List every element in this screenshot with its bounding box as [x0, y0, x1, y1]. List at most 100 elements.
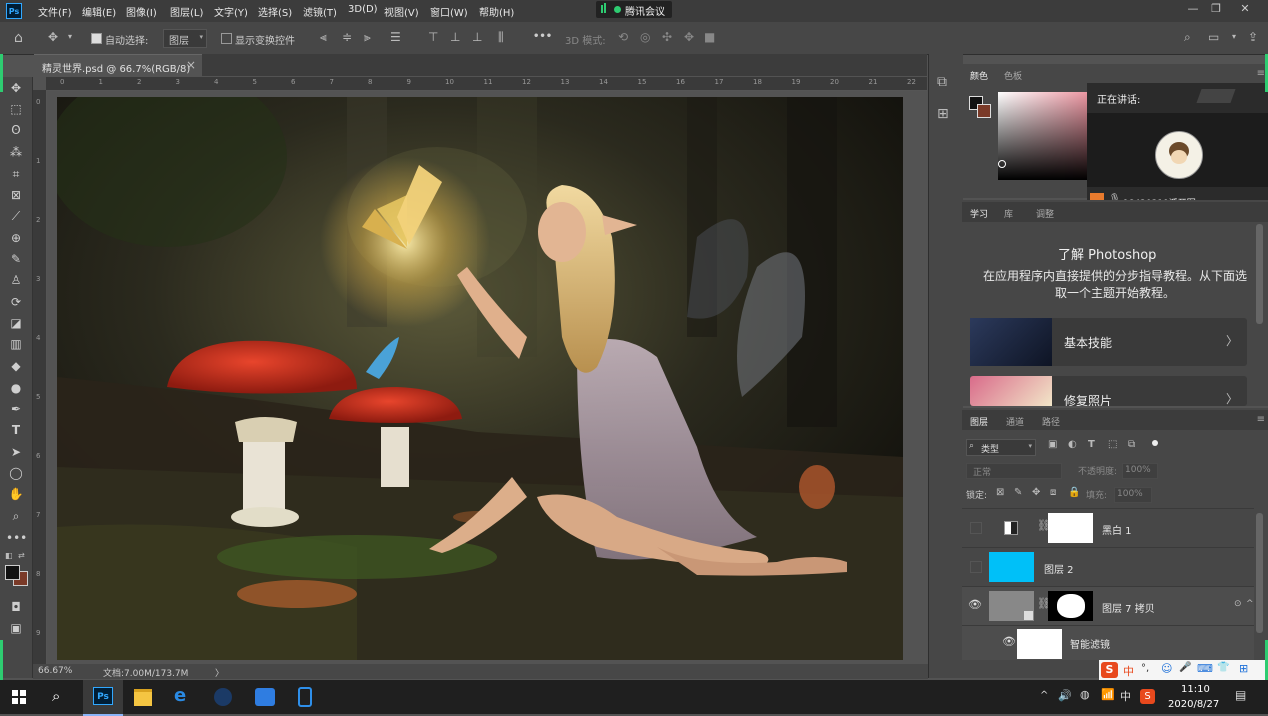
screen-mode-icon[interactable]: ▣: [6, 619, 26, 637]
fill-input[interactable]: 100%: [1114, 487, 1152, 503]
visibility-toggle[interactable]: [970, 561, 982, 573]
eraser-icon[interactable]: ◪: [6, 314, 26, 332]
3d-drag-icon[interactable]: ✣: [662, 30, 672, 44]
3d-slide-icon[interactable]: ✥: [684, 30, 694, 44]
volume-icon[interactable]: 🔊: [1058, 689, 1072, 702]
swap-colors-icon[interactable]: ⇄: [18, 551, 25, 560]
layer-thumbnail[interactable]: [989, 552, 1034, 582]
ime-skin-icon[interactable]: 👕: [1217, 662, 1229, 673]
sogou-tray-icon[interactable]: S: [1140, 689, 1155, 704]
menu-image[interactable]: 图像(I): [126, 4, 157, 19]
3d-roll-icon[interactable]: ◎: [640, 30, 650, 44]
chevron-down-icon[interactable]: ▾: [68, 32, 72, 41]
lock-position-icon[interactable]: ✥: [1032, 487, 1040, 498]
panel-menu-icon[interactable]: ≡: [1257, 414, 1265, 425]
zoom-tool-icon[interactable]: ⌕: [6, 507, 26, 525]
ime-emoji-icon[interactable]: ☺: [1161, 662, 1172, 675]
tab-paths[interactable]: 路径: [1042, 415, 1060, 428]
layer-mask-thumbnail[interactable]: [1048, 591, 1093, 621]
layer-row-smart-filters[interactable]: 👁 智能滤镜: [962, 625, 1254, 660]
ime-voice-icon[interactable]: 🎤: [1179, 662, 1191, 673]
tray-ime[interactable]: 中: [1120, 688, 1131, 704]
history-panel-icon[interactable]: ⧉: [937, 74, 947, 90]
menu-filter[interactable]: 滤镜(T): [303, 4, 337, 19]
hand-tool-icon[interactable]: ✋: [6, 485, 26, 503]
filter-shape-icon[interactable]: ⬚: [1108, 439, 1117, 450]
frame-tool-icon[interactable]: ⊠: [6, 186, 26, 204]
align-right-icon[interactable]: ⫸: [364, 30, 371, 45]
chevron-up-icon[interactable]: ^: [1246, 599, 1254, 609]
layer-row-layer-7-copy[interactable]: 👁 ⛓ 图层 7 拷贝 ⊙ ^: [962, 586, 1254, 625]
ime-toolbox-icon[interactable]: ⊞: [1239, 662, 1248, 675]
lock-all-icon[interactable]: 🔒: [1068, 487, 1080, 498]
scrollbar[interactable]: [1256, 224, 1263, 324]
menu-type[interactable]: 文字(Y): [214, 4, 248, 19]
meeting-icon[interactable]: [255, 688, 275, 706]
sogou-logo-icon[interactable]: S: [1101, 662, 1118, 678]
file-explorer-icon[interactable]: [134, 689, 152, 706]
tab-libraries[interactable]: 库: [1004, 207, 1013, 220]
menu-help[interactable]: 帮助(H): [479, 4, 514, 19]
document-tab[interactable]: 精灵世界.psd @ 66.7%(RGB/8) ×: [34, 54, 202, 77]
panel-menu-icon[interactable]: ≡: [1257, 68, 1265, 79]
lock-artboard-icon[interactable]: ⧈: [1050, 487, 1056, 498]
align-top-icon[interactable]: ⊤: [428, 30, 438, 44]
clone-stamp-icon[interactable]: ♙: [6, 271, 26, 289]
filter-smart-object-icon[interactable]: ⧉: [1128, 439, 1135, 450]
filter-adjustment-icon[interactable]: ◐: [1068, 439, 1077, 450]
layer-row-black-white[interactable]: ⛓ 黑白 1: [962, 508, 1254, 547]
lock-pixels-icon[interactable]: ✎: [1014, 487, 1022, 498]
lock-transparency-icon[interactable]: ⊠: [996, 487, 1004, 498]
align-bottom-icon[interactable]: ⊥: [472, 30, 482, 44]
marquee-tool-icon[interactable]: ⬚: [6, 100, 26, 118]
default-colors-icon[interactable]: ◧: [5, 551, 13, 560]
align-center-icon[interactable]: ≑: [342, 30, 352, 44]
chevron-down-icon[interactable]: ▾: [1232, 32, 1236, 41]
tab-channels[interactable]: 通道: [1006, 415, 1024, 428]
move-tool-icon[interactable]: ✥: [48, 30, 58, 44]
visibility-toggle[interactable]: [970, 522, 982, 534]
properties-panel-icon[interactable]: ⊞: [937, 106, 949, 122]
menu-file[interactable]: 文件(F): [38, 4, 72, 19]
minimize-button[interactable]: —: [1182, 2, 1204, 16]
workspace-icon[interactable]: ▭: [1208, 30, 1219, 44]
background-color-swatch[interactable]: [977, 104, 991, 118]
phone-icon[interactable]: [298, 687, 312, 707]
magic-wand-icon[interactable]: ⁂: [6, 143, 26, 161]
meeting-indicator[interactable]: 腾讯会议: [596, 1, 672, 18]
more-options-button[interactable]: •••: [533, 31, 552, 42]
zoom-level[interactable]: 66.67%: [38, 666, 72, 676]
notification-icon[interactable]: ▤: [1235, 688, 1246, 702]
history-brush-icon[interactable]: ⟳: [6, 293, 26, 311]
learn-item-basic-skills[interactable]: 基本技能 〉: [970, 318, 1247, 366]
layer-mask-thumbnail[interactable]: [1048, 513, 1093, 543]
learn-item-fix-photos[interactable]: 修复照片 〉: [970, 376, 1247, 406]
brush-tool-icon[interactable]: ✎: [6, 250, 26, 268]
document-canvas[interactable]: [57, 97, 903, 660]
type-tool-icon[interactable]: T: [6, 421, 26, 439]
tab-layers[interactable]: 图层: [970, 415, 988, 428]
quick-mask-icon[interactable]: ◘: [6, 598, 26, 616]
tray-overflow-icon[interactable]: ^: [1040, 690, 1048, 701]
home-icon[interactable]: ⌂: [14, 30, 23, 46]
status-menu-arrow[interactable]: 〉: [215, 666, 224, 679]
menu-window[interactable]: 窗口(W): [430, 4, 468, 19]
lasso-tool-icon[interactable]: ʘ: [6, 121, 26, 139]
shape-tool-icon[interactable]: ◯: [6, 464, 26, 482]
tab-color[interactable]: 颜色: [970, 69, 988, 82]
distribute-icon[interactable]: ☰: [390, 30, 401, 44]
tab-swatches[interactable]: 色板: [1004, 69, 1022, 82]
menu-edit[interactable]: 编辑(E): [82, 4, 116, 19]
edge-icon[interactable]: e: [174, 685, 186, 706]
clock-time[interactable]: 11:10: [1181, 684, 1210, 695]
opacity-input[interactable]: 100%: [1122, 463, 1158, 479]
blend-mode-dropdown[interactable]: 正常: [966, 463, 1062, 479]
layer-thumbnail[interactable]: [989, 591, 1034, 621]
auto-select-checkbox[interactable]: [91, 33, 102, 44]
align-middle-icon[interactable]: ⊥: [450, 30, 460, 44]
scrollbar[interactable]: [1256, 513, 1263, 633]
distribute-vertical-icon[interactable]: ⫼: [498, 30, 504, 45]
close-button[interactable]: ✕: [1234, 2, 1256, 16]
ime-keyboard-icon[interactable]: ⌨: [1197, 662, 1213, 675]
layer-filter-dropdown[interactable]: ⌕ 类型 ▾: [966, 439, 1036, 456]
